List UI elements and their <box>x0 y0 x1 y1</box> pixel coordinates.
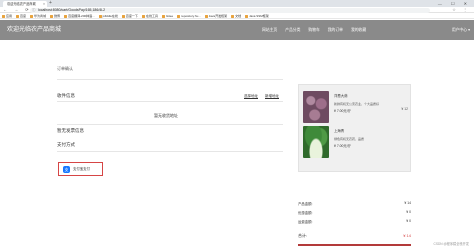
site-header: 欢迎光临农产品商城 网站主页 产品分类 购物车 我的订单 我的收藏 用户中心 ▾ <box>0 20 474 40</box>
top-nav: 网站主页 产品分类 购物车 我的订单 我的收藏 <box>262 20 374 40</box>
nav-favorites[interactable]: 我的收藏 <box>351 20 366 40</box>
bookmark-label: 百度 <box>20 14 27 18</box>
bookmark-item[interactable]: 百度一下 <box>120 13 140 18</box>
subtotal-row: 产品金额: ¥ 14 <box>298 201 411 206</box>
bok-choy-image[interactable] <box>303 126 329 158</box>
shipping-value: ¥ 0 <box>406 219 411 223</box>
url-text: localhost:8080/cart/GoodsPay/165,186/4L2 <box>38 7 106 12</box>
divider <box>57 151 283 152</box>
bookmark-label: 在线工具 <box>145 14 158 18</box>
page-title: 订单确认 <box>57 66 73 71</box>
bookmark-icon <box>245 14 249 18</box>
address-section-title: 收件信息 <box>57 93 75 98</box>
bookmarks-bar: 应用 百度 华为商城 微博 百度翻译-200种语... jsfiddle在线 百度一下 在线工… <box>0 13 474 19</box>
browser-tab-strip: 欢迎光临农产品商城 × + — ☐ ✕ <box>0 0 474 7</box>
bookmark-label: jsfiddle在线 <box>102 14 118 18</box>
bookmark-label: Java SSM框架 <box>249 14 269 18</box>
bookmark-icon <box>16 14 20 18</box>
bookmark-icon <box>50 14 54 18</box>
select-address-link[interactable]: 选择地址 <box>244 94 258 99</box>
bookmark-label: Gitee <box>165 14 174 18</box>
bookmark-item[interactable]: Gitee <box>160 13 175 18</box>
payment-section-title: 支付方式 <box>57 142 75 147</box>
site-brand[interactable]: 欢迎光临农产品商城 <box>7 20 61 40</box>
bookmark-icon <box>231 14 235 18</box>
divider <box>57 101 283 102</box>
bookmark-item[interactable]: 在线工具 <box>140 13 160 18</box>
bookmark-item[interactable]: 文档 <box>229 13 243 18</box>
total-label: 合计: <box>298 233 308 238</box>
product-desc: 绿色有机无农药，品质 <box>334 137 365 141</box>
bookmark-label: 华为商城 <box>34 14 47 18</box>
info-icon[interactable]: ⓘ <box>32 8 36 13</box>
new-tab-button[interactable]: + <box>49 0 52 7</box>
bookmark-icon <box>64 14 68 18</box>
invoice-section-title: 暂无发票信息 <box>57 128 84 133</box>
bookmark-label: 百度翻译-200种语... <box>68 14 95 18</box>
order-item: 洋葱大蒜 新鲜有机无公害农业，个大品质好 ¥ 7.00元/斤 ¥ 12 <box>303 91 408 123</box>
red-onion-image[interactable] <box>303 91 329 123</box>
discount-value: ¥ 0 <box>406 210 411 214</box>
nav-categories[interactable]: 产品分类 <box>285 20 300 40</box>
alipay-icon: 支 <box>63 166 70 173</box>
bookmark-label: 应用 <box>6 14 13 18</box>
product-qty: ¥ 12 <box>401 107 408 111</box>
shipping-label: 运费金额: <box>298 220 313 224</box>
bookmark-icon <box>177 14 181 18</box>
product-desc: 新鲜有机无公害农业，个大品质好 <box>334 102 380 106</box>
bookmark-item[interactable]: 百度 <box>14 13 28 18</box>
submit-order-bar[interactable] <box>298 244 411 246</box>
bookmark-label: repository.hu... <box>181 14 201 18</box>
bookmark-label: 微博 <box>54 14 61 18</box>
total-row: 合计: ¥ 14 <box>298 233 411 239</box>
bookmark-label: 文档 <box>235 14 242 18</box>
bookmark-icon <box>98 14 102 18</box>
product-name[interactable]: 洋葱大蒜 <box>334 93 348 98</box>
product-price: ¥ 7.00元/斤 <box>334 144 352 148</box>
bookmark-item[interactable]: jsfiddle在线 <box>97 13 120 18</box>
bookmark-icon <box>2 14 5 18</box>
left-column-divider <box>57 79 283 80</box>
bookmark-item[interactable]: Java开发框架 <box>203 13 229 18</box>
nav-orders[interactable]: 我的订单 <box>328 20 343 40</box>
bookmark-icon <box>161 14 165 18</box>
bookmark-item[interactable]: repository.hu... <box>175 13 203 18</box>
alipay-label: 支付宝支付 <box>73 167 90 171</box>
subtotal-label: 产品金额: <box>298 202 313 206</box>
watermark: CSDN @程序猿全栈开发 <box>433 242 469 246</box>
tab-title: 欢迎光临农产品商城 <box>7 2 36 6</box>
user-menu[interactable]: 用户中心 ▾ <box>452 20 470 40</box>
nav-home[interactable]: 网站主页 <box>262 20 277 40</box>
nav-cart[interactable]: 购物车 <box>308 20 319 40</box>
product-price: ¥ 7.00元/斤 <box>334 109 352 113</box>
bookmark-icon <box>121 14 125 18</box>
subtotal-value: ¥ 14 <box>404 201 411 205</box>
bookmark-item[interactable]: Java SSM框架 <box>243 13 271 18</box>
discount-row: 优惠金额: ¥ 0 <box>298 210 411 215</box>
discount-label: 优惠金额: <box>298 211 313 215</box>
bookmark-label: Java开发框架 <box>208 14 228 18</box>
bookmark-icon <box>141 14 145 18</box>
window-controls[interactable]: — ☐ ✕ <box>438 0 471 7</box>
url-input[interactable]: ⓘ localhost:8080/cart/GoodsPay/165,186/4… <box>30 7 430 13</box>
bookmark-item[interactable]: 百度翻译-200种语... <box>62 13 97 18</box>
bookmark-label: 百度一下 <box>125 14 138 18</box>
add-address-link[interactable]: 新增地址 <box>265 94 279 99</box>
bookmark-item[interactable]: 微博 <box>48 13 62 18</box>
order-item: 上海青 绿色有机无农药，品质 ¥ 7.00元/斤 <box>303 126 408 158</box>
no-address-text: 暂无收货地址 <box>154 113 178 118</box>
bookmark-item[interactable]: 应用 <box>0 13 14 18</box>
bookmark-icon <box>30 14 34 18</box>
bookmark-icon <box>204 14 208 18</box>
alipay-button[interactable]: 支 支付宝支付 <box>58 162 103 176</box>
divider <box>57 124 283 125</box>
product-name[interactable]: 上海青 <box>334 128 344 133</box>
order-summary-panel: 洋葱大蒜 新鲜有机无公害农业，个大品质好 ¥ 7.00元/斤 ¥ 12 上海青 … <box>298 84 411 172</box>
bookmark-item[interactable]: 华为商城 <box>28 13 48 18</box>
shipping-row: 运费金额: ¥ 0 <box>298 219 411 224</box>
total-value: ¥ 14 <box>403 233 411 238</box>
